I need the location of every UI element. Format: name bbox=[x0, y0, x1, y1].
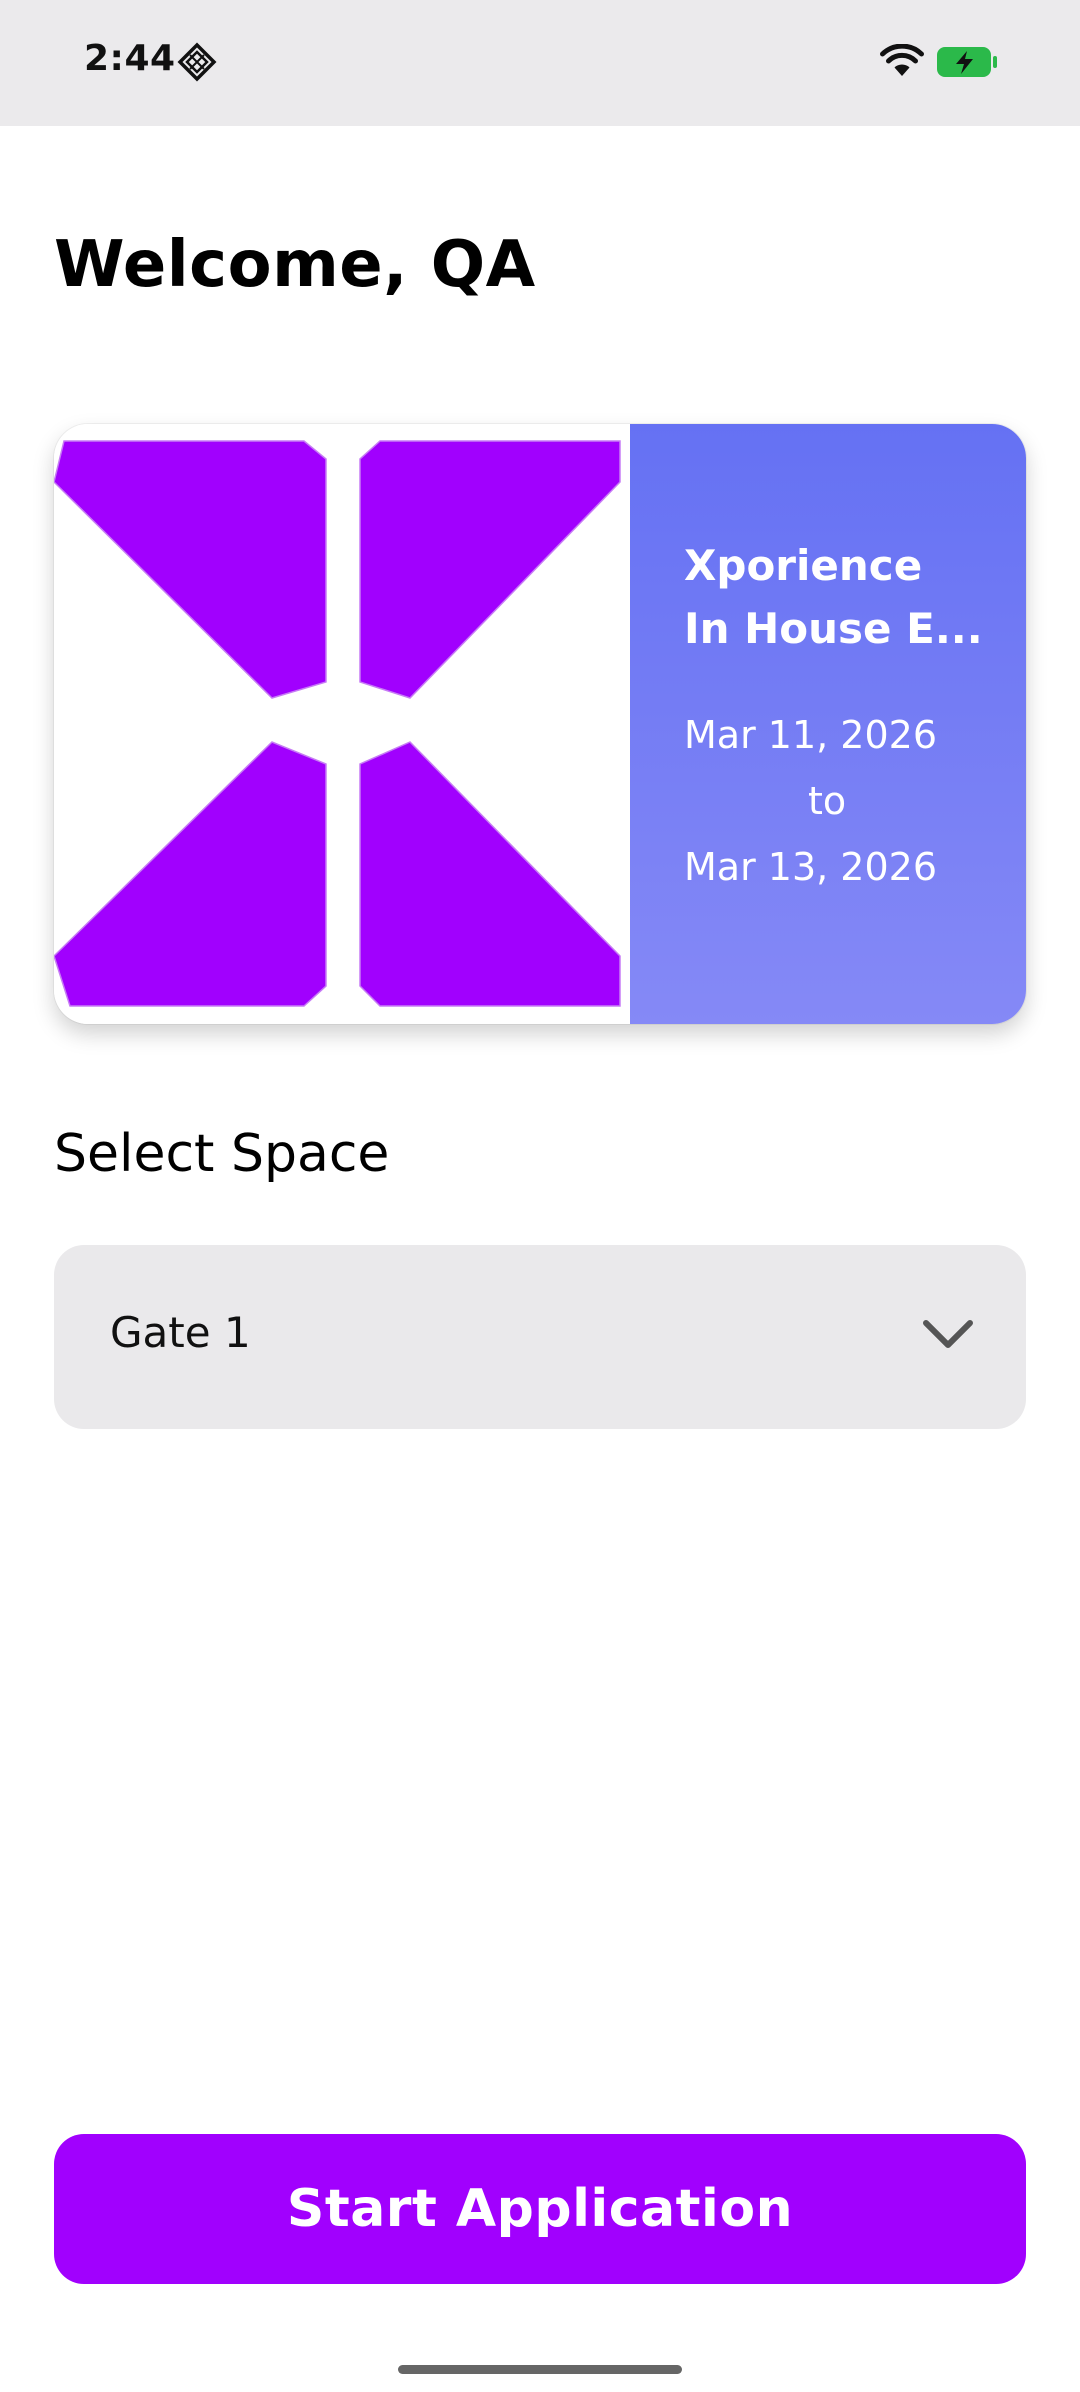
event-logo bbox=[54, 424, 630, 1024]
wifi-icon bbox=[880, 44, 924, 76]
event-end-date: Mar 13, 2026 bbox=[684, 845, 937, 889]
status-bar: 2:44 bbox=[0, 0, 1080, 126]
space-select-value: Gate 1 bbox=[110, 1308, 251, 1357]
home-indicator[interactable] bbox=[398, 2365, 682, 2374]
select-space-label: Select Space bbox=[54, 1124, 390, 1184]
event-dates: Mar 11, 2026 to Mar 13, 2026 bbox=[684, 702, 984, 900]
event-card[interactable]: Xporience In House E... Mar 11, 2026 to … bbox=[54, 424, 1026, 1024]
event-info-panel: Xporience In House E... Mar 11, 2026 to … bbox=[630, 424, 1026, 1024]
battery-charging-icon bbox=[937, 47, 997, 77]
event-title: Xporience In House E... bbox=[684, 534, 1004, 660]
chevron-down-icon bbox=[923, 1320, 973, 1348]
start-application-button[interactable]: Start Application bbox=[54, 2134, 1026, 2284]
event-start-date: Mar 11, 2026 bbox=[684, 713, 937, 757]
status-time: 2:44 bbox=[84, 38, 176, 79]
space-select-dropdown[interactable]: Gate 1 bbox=[54, 1245, 1026, 1429]
event-date-separator: to bbox=[808, 779, 847, 823]
xporience-logo-icon bbox=[54, 440, 621, 1007]
app-gem-icon bbox=[177, 42, 217, 82]
page-title: Welcome, QA bbox=[54, 228, 536, 302]
event-title-line-1: Xporience bbox=[684, 541, 923, 590]
event-title-line-2: In House E... bbox=[684, 604, 983, 653]
